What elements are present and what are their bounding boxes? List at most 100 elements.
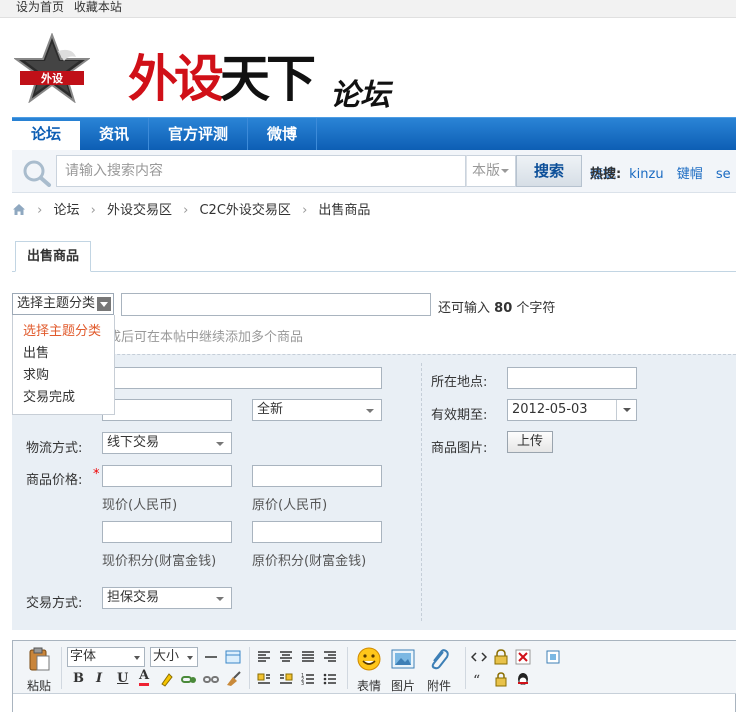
bookmark-link[interactable]: 收藏本站 [74, 0, 122, 14]
trade-method-select[interactable]: 担保交易 [102, 587, 232, 609]
original-price-caption: 原价(人民币) [252, 498, 328, 513]
current-points-input[interactable] [102, 521, 232, 543]
breadcrumb-separator: › [37, 203, 43, 218]
upload-button[interactable]: 上传 [507, 431, 553, 453]
hot-term[interactable]: 键帽 [677, 167, 703, 182]
code-icon[interactable] [471, 649, 487, 665]
category-selected-label: 选择主题分类 [17, 296, 96, 311]
original-points-input[interactable] [252, 521, 382, 543]
breadcrumb: › 论坛 › 外设交易区 › C2C外设交易区 › 出售商品 [12, 202, 370, 220]
original-points-caption: 原价积分(财富金钱) [252, 554, 367, 569]
attachment-label: 附件 [426, 679, 451, 693]
category-option[interactable]: 交易完成 [13, 387, 114, 409]
chevron-down-icon [216, 597, 224, 601]
align-left-icon[interactable] [256, 649, 272, 665]
breadcrumb-item[interactable]: 外设交易区 [107, 203, 172, 218]
expire-date-value: 2012-05-03 [512, 402, 588, 417]
nav-item-news[interactable]: 资讯 [80, 118, 150, 150]
breadcrumb-item[interactable]: C2C外设交易区 [199, 203, 290, 218]
post-editor: 粘贴 字体 大小 B I U A 123 表情 图片 附件 “ [12, 640, 736, 712]
attachment-button[interactable]: 附件 [419, 646, 459, 694]
subject-input[interactable] [121, 293, 431, 316]
unordered-list-icon[interactable] [322, 671, 338, 687]
original-price-input[interactable] [252, 465, 382, 487]
logistics-select[interactable]: 线下交易 [102, 432, 232, 454]
search-icon [23, 160, 51, 187]
link-icon[interactable] [181, 671, 197, 687]
svg-text:“: “ [473, 673, 480, 687]
align-center-icon[interactable] [278, 649, 294, 665]
category-option[interactable]: 选择主题分类 [13, 321, 114, 343]
clear-format-icon[interactable] [225, 671, 241, 687]
search-bar: 请输入搜索内容 本版 搜索 热搜: 蝰蛇 kinzu 键帽 se [12, 150, 736, 193]
chevron-down-icon[interactable] [97, 297, 111, 311]
ordered-list-icon[interactable]: 123 [300, 671, 316, 687]
set-homepage-link[interactable]: 设为首页 [16, 0, 64, 14]
lock-icon[interactable] [493, 671, 509, 687]
trade-method-value: 担保交易 [107, 590, 160, 605]
search-button[interactable]: 搜索 [516, 155, 582, 187]
expire-date-input[interactable]: 2012-05-03 [507, 399, 637, 421]
home-icon[interactable] [12, 203, 26, 216]
condition-select[interactable]: 全新 [252, 399, 382, 421]
hot-term[interactable]: se [716, 167, 731, 182]
bold-button[interactable]: B [73, 671, 84, 686]
highlight-icon[interactable] [159, 671, 175, 687]
required-mark: * [93, 467, 100, 482]
italic-button[interactable]: I [96, 671, 102, 686]
item-image-label: 商品图片: [431, 441, 488, 456]
nav-item-reviews[interactable]: 官方评测 [149, 118, 249, 150]
font-size-select[interactable]: 大小 [150, 647, 198, 667]
table-icon[interactable] [225, 649, 241, 665]
horizontal-rule-icon[interactable] [203, 649, 219, 665]
expire-label: 有效期至: [431, 408, 488, 423]
item-quantity-input[interactable] [102, 399, 232, 421]
hot-term[interactable]: kinzu [629, 167, 663, 182]
free-icon[interactable] [493, 649, 509, 665]
smiley-icon [357, 647, 381, 671]
item-name-input[interactable] [102, 367, 382, 389]
trade-method-label: 交易方式: [26, 596, 83, 611]
align-right-icon[interactable] [322, 649, 338, 665]
tab-sell-item[interactable]: 出售商品 [15, 241, 91, 272]
image-button[interactable]: 图片 [383, 646, 423, 694]
search-scope-label: 本版 [472, 163, 500, 179]
font-color-button[interactable]: A [139, 669, 150, 686]
unlink-icon[interactable] [203, 671, 219, 687]
fullscreen-icon[interactable] [545, 649, 561, 665]
category-option[interactable]: 出售 [13, 343, 114, 365]
font-family-select[interactable]: 字体 [67, 647, 145, 667]
site-logo-icon[interactable]: 外设 [14, 33, 90, 103]
nav-item-weibo[interactable]: 微博 [248, 118, 318, 150]
font-size-value: 大小 [153, 649, 180, 664]
brand-subtitle: 论坛 [330, 78, 390, 113]
form-divider [421, 363, 422, 621]
close-icon[interactable] [515, 649, 531, 665]
current-price-input[interactable] [102, 465, 232, 487]
category-select[interactable]: 选择主题分类 [12, 293, 114, 315]
image-icon [391, 649, 415, 669]
align-justify-icon[interactable] [300, 649, 316, 665]
qq-icon[interactable] [515, 671, 531, 687]
image-label: 图片 [390, 679, 415, 693]
logo-badge-text: 外设 [40, 71, 64, 85]
condition-value: 全新 [257, 402, 284, 417]
location-input[interactable] [507, 367, 637, 389]
search-scope-select[interactable]: 本版 [466, 155, 516, 187]
brand-title: 外设天下 [128, 52, 316, 106]
search-input[interactable]: 请输入搜索内容 [56, 155, 466, 187]
nav-item-forum[interactable]: 论坛 [12, 121, 81, 150]
editor-toolbar: 粘贴 字体 大小 B I U A 123 表情 图片 附件 “ [13, 641, 736, 694]
category-dropdown: 选择主题分类 出售 求购 交易完成 [12, 315, 115, 415]
breadcrumb-separator: › [90, 203, 96, 218]
float-right-icon[interactable] [278, 671, 294, 687]
breadcrumb-item[interactable]: 论坛 [53, 203, 79, 218]
toolbar-separator [347, 647, 348, 689]
category-option[interactable]: 求购 [13, 365, 114, 387]
quote-icon[interactable]: “ [471, 671, 487, 687]
paste-button[interactable]: 粘贴 [19, 646, 59, 694]
chevron-down-icon[interactable] [616, 400, 636, 420]
chevron-down-icon [187, 656, 193, 660]
underline-button[interactable]: U [117, 671, 128, 686]
float-left-icon[interactable] [256, 671, 272, 687]
